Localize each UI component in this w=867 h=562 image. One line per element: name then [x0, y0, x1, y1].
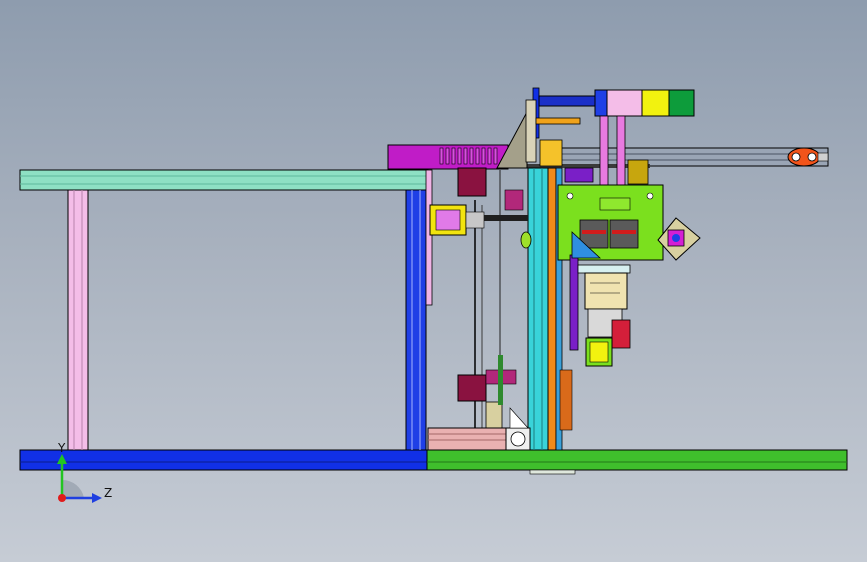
- z-axis-label: Z: [104, 486, 112, 500]
- cyan-column[interactable]: [527, 167, 549, 451]
- top-beam[interactable]: [19, 169, 429, 191]
- lower-gripper[interactable]: [457, 355, 517, 429]
- pink-support-post[interactable]: [67, 189, 89, 451]
- actuator-housing[interactable]: [584, 272, 628, 310]
- cylinder-body-pink[interactable]: [606, 89, 643, 117]
- base-block[interactable]: [427, 427, 507, 451]
- y-axis-label: Y: [57, 441, 66, 455]
- x-axis-dot: [58, 494, 66, 502]
- cylinder-body-blue[interactable]: [594, 89, 608, 117]
- assembly-drawing[interactable]: Y Z: [0, 0, 867, 562]
- cylinder-rod[interactable]: [538, 95, 596, 107]
- upper-gripper[interactable]: [429, 167, 528, 236]
- cylinder-body-green[interactable]: [668, 89, 695, 117]
- base-beam-right[interactable]: [426, 449, 848, 471]
- cad-viewport[interactable]: Y Z: [0, 0, 867, 562]
- blue-support-post[interactable]: [405, 189, 427, 451]
- orange-column[interactable]: [547, 167, 557, 451]
- rotary-fixture[interactable]: [657, 217, 701, 261]
- triangle-gusset[interactable]: [496, 111, 528, 169]
- base-beam-left[interactable]: [19, 449, 428, 471]
- cylinder-body-yellow[interactable]: [641, 89, 670, 117]
- sensor-plate[interactable]: [577, 264, 631, 274]
